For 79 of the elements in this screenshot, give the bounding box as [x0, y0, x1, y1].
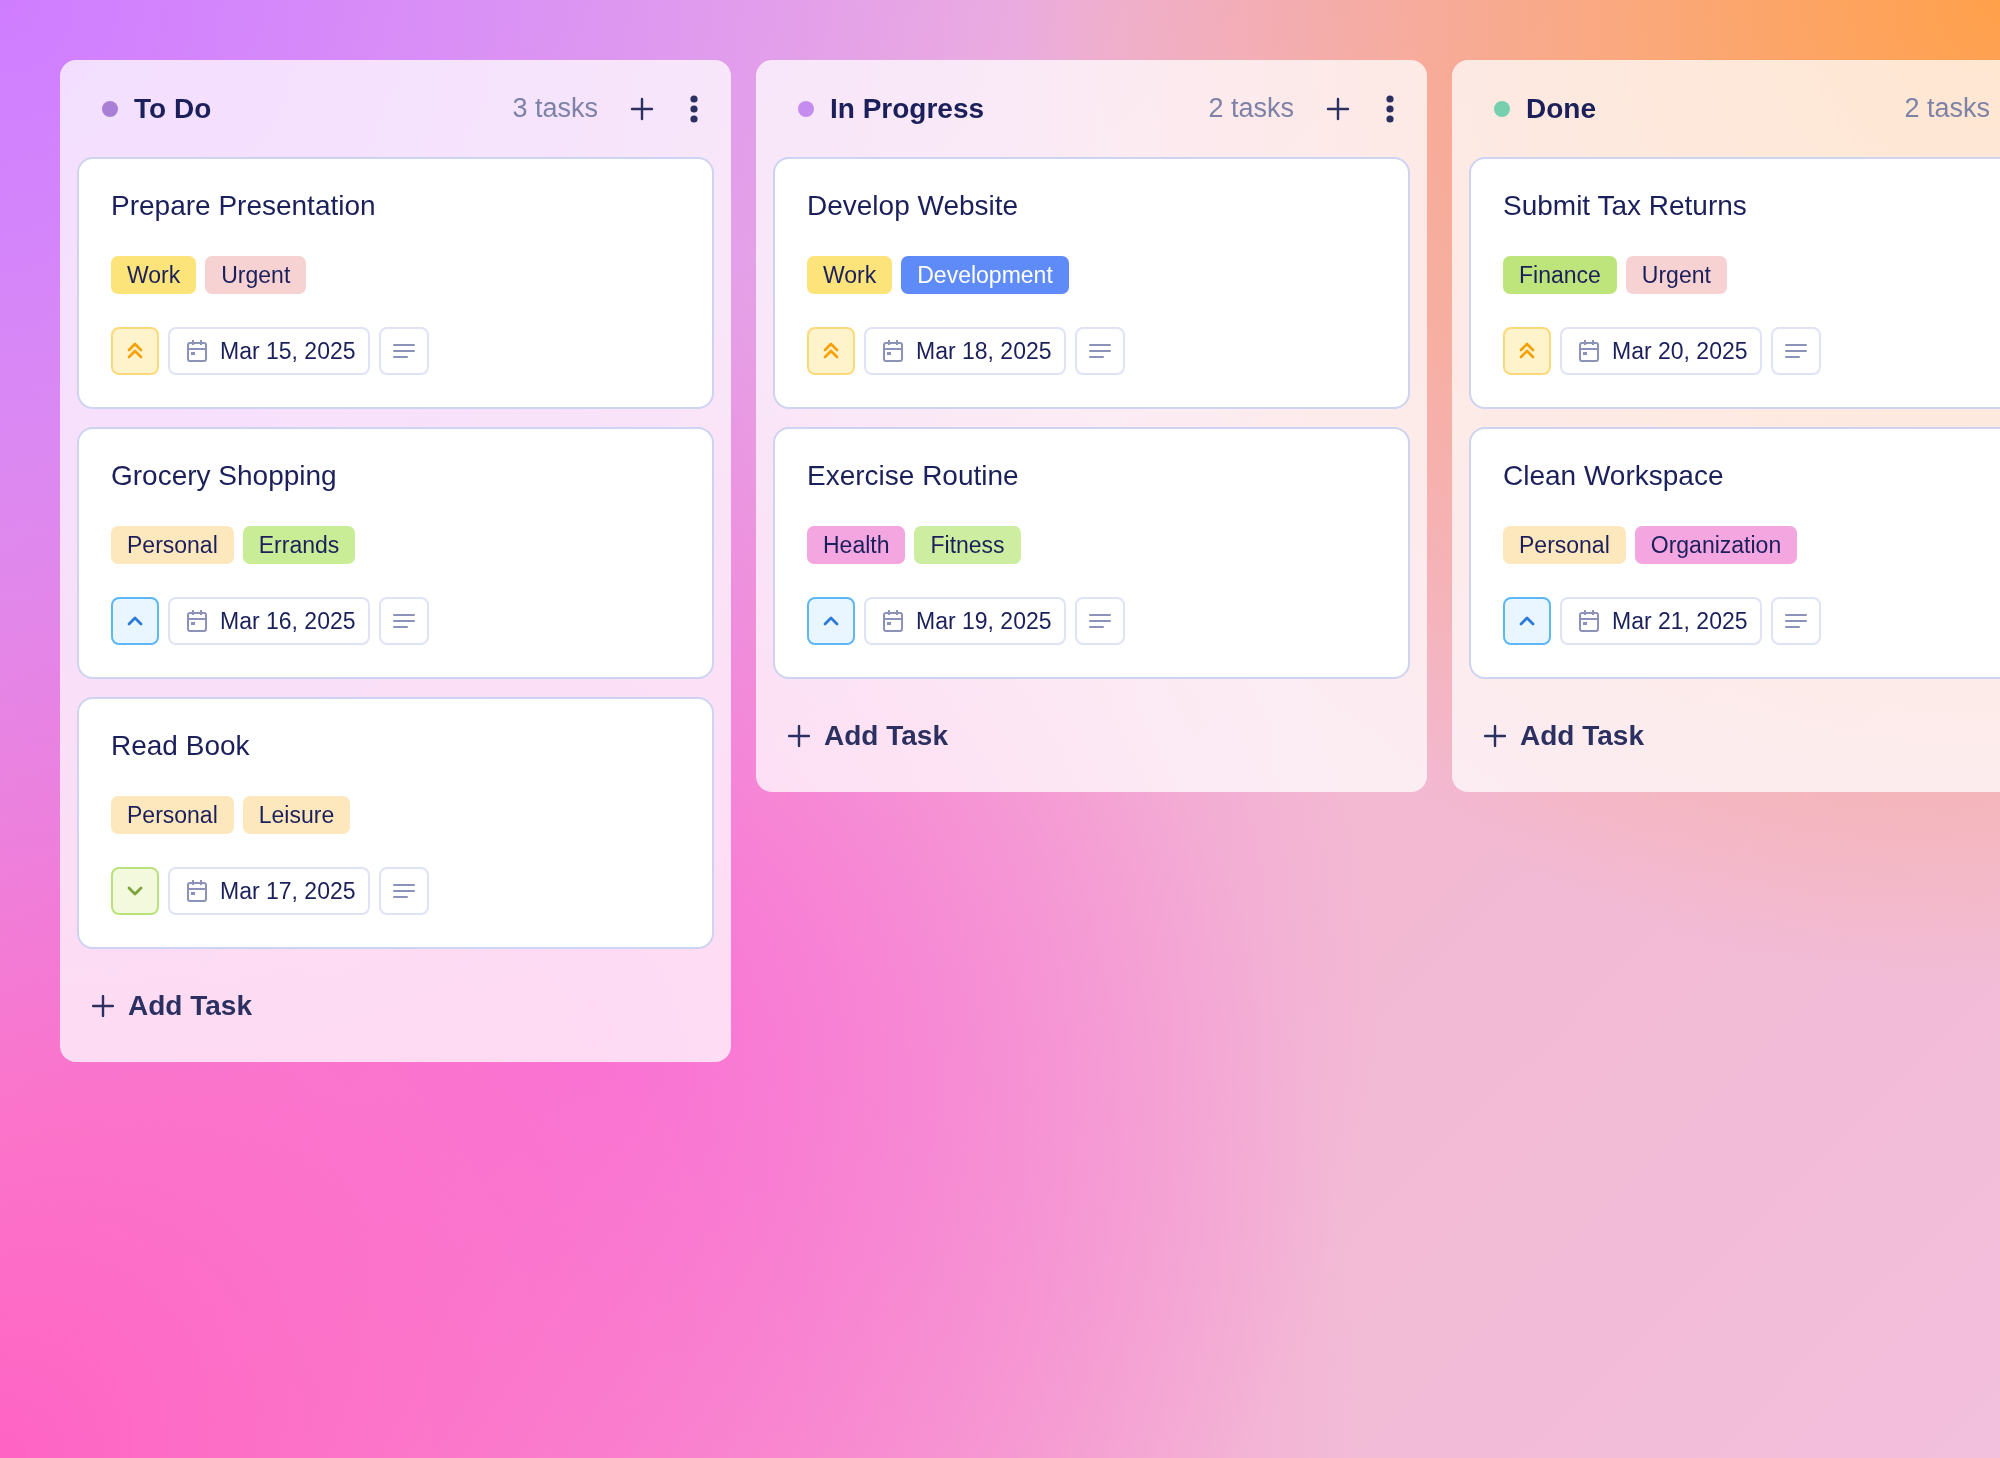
lines-icon: [392, 613, 415, 629]
tag: Development: [901, 256, 1069, 294]
notes-button[interactable]: [1074, 597, 1125, 645]
calendar-icon: [186, 879, 208, 903]
task-card[interactable]: Submit Tax Returns Finance Urgent Mar 20, 2025: [1469, 157, 2000, 409]
due-date-button[interactable]: Mar 19, 2025: [864, 597, 1066, 645]
notes-button[interactable]: [1770, 327, 1821, 375]
priority-button[interactable]: [111, 867, 159, 915]
plus-icon: [788, 724, 810, 747]
calendar-icon: [186, 609, 208, 633]
column-title: In Progress: [830, 92, 985, 125]
task-title: Grocery Shopping: [111, 460, 338, 492]
add-task-button[interactable]: Add Task: [773, 679, 954, 792]
plus-icon: [92, 994, 114, 1017]
due-date-button[interactable]: Mar 16, 2025: [168, 597, 370, 645]
priority-button[interactable]: [111, 327, 159, 375]
task-card[interactable]: Clean Workspace Personal Organization Mar 21, 2025: [1469, 427, 2000, 679]
priority-button[interactable]: [1503, 597, 1551, 645]
kebab-menu-icon: [690, 94, 698, 123]
plus-icon: [1326, 96, 1350, 121]
lines-icon: [392, 883, 415, 899]
task-card[interactable]: Prepare Presentation Work Urgent Mar 15, 2025: [77, 157, 714, 409]
lines-icon: [1784, 343, 1807, 359]
task-title: Prepare Presentation: [111, 190, 377, 222]
task-title: Exercise Routine: [807, 460, 1020, 492]
notes-button[interactable]: [378, 327, 429, 375]
lines-icon: [392, 343, 415, 359]
due-date-button[interactable]: Mar 21, 2025: [1560, 597, 1762, 645]
lines-icon: [1784, 613, 1807, 629]
task-title: Develop Website: [807, 190, 1020, 222]
tag: Personal: [1503, 526, 1626, 564]
column-title: To Do: [134, 92, 212, 125]
kebab-menu-icon: [1386, 94, 1394, 123]
task-title: Read Book: [111, 730, 251, 762]
plus-icon: [1484, 724, 1506, 747]
tag: Health: [807, 526, 906, 564]
plus-icon: [630, 96, 654, 121]
task-title: Submit Tax Returns: [1503, 190, 1748, 222]
task-count: 2 tasks: [1904, 93, 1990, 124]
tag: Urgent: [205, 256, 307, 294]
tag: Personal: [111, 526, 234, 564]
notes-button[interactable]: [1770, 597, 1821, 645]
calendar-icon: [1578, 339, 1600, 363]
priority-button[interactable]: [807, 597, 855, 645]
priority-button[interactable]: [1503, 327, 1551, 375]
calendar-icon: [186, 339, 208, 363]
tag: Organization: [1634, 526, 1798, 564]
add-task-button[interactable]: Add Task: [1469, 679, 1650, 792]
priority-button[interactable]: [111, 597, 159, 645]
task-count: 2 tasks: [1208, 93, 1294, 124]
calendar-icon: [882, 609, 904, 633]
tag: Finance: [1503, 256, 1617, 294]
lines-icon: [1088, 343, 1111, 359]
task-card[interactable]: Exercise Routine Health Fitness Mar 19, 2025: [773, 427, 1410, 679]
notes-button[interactable]: [378, 597, 429, 645]
task-title: Clean Workspace: [1503, 460, 1725, 492]
due-date-button[interactable]: Mar 20, 2025: [1560, 327, 1762, 375]
task-card[interactable]: Develop Website Work Development Mar 18, 2025: [773, 157, 1410, 409]
tag: Personal: [111, 796, 234, 834]
due-date-button[interactable]: Mar 17, 2025: [168, 867, 370, 915]
tag: Urgent: [1625, 256, 1727, 294]
priority-button[interactable]: [807, 327, 855, 375]
task-card[interactable]: Read Book Personal Leisure Mar 17, 2025: [77, 697, 714, 949]
notes-button[interactable]: [1074, 327, 1125, 375]
due-date-button[interactable]: Mar 15, 2025: [168, 327, 370, 375]
calendar-icon: [882, 339, 904, 363]
calendar-icon: [1578, 609, 1600, 633]
column-title: Done: [1526, 92, 1596, 125]
tag: Errands: [242, 526, 356, 564]
tag: Work: [807, 256, 893, 294]
tag: Work: [111, 256, 197, 294]
task-card[interactable]: Grocery Shopping Personal Errands Mar 16, 2025: [77, 427, 714, 679]
notes-button[interactable]: [378, 867, 429, 915]
tag: Fitness: [914, 526, 1021, 564]
due-date-button[interactable]: Mar 18, 2025: [864, 327, 1066, 375]
task-count: 3 tasks: [512, 93, 598, 124]
lines-icon: [1088, 613, 1111, 629]
tag: Leisure: [242, 796, 351, 834]
add-task-button[interactable]: Add Task: [77, 949, 258, 1062]
